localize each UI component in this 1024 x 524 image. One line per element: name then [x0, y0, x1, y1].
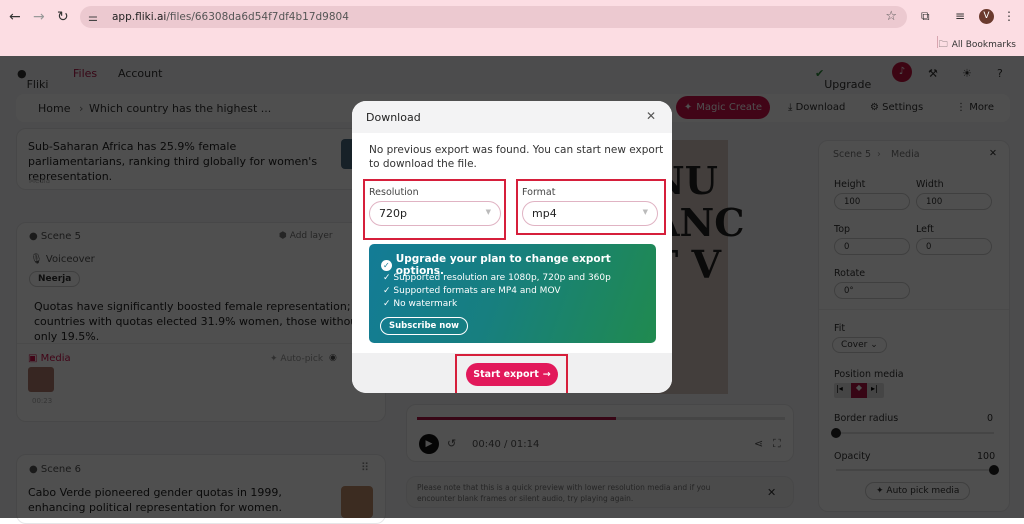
address-bar[interactable]: ⚌ app.fliki.ai/files/66308da6d54f7df4b17…	[80, 6, 907, 28]
format-value: mp4	[532, 207, 557, 220]
arrow-right-icon: →	[542, 369, 551, 380]
format-select[interactable]: mp4 ▼	[522, 201, 658, 226]
chevron-down-icon: ▼	[642, 208, 648, 216]
format-label: Format	[522, 187, 556, 198]
all-bookmarks-label: All Bookmarks	[951, 40, 1016, 50]
url-host: app.fliki.ai	[112, 11, 167, 23]
upgrade-feature-text: No watermark	[393, 299, 458, 309]
resolution-label: Resolution	[369, 187, 419, 198]
reload-icon[interactable]: ↻	[57, 9, 69, 25]
start-export-label: Start export	[473, 369, 539, 380]
back-icon[interactable]: ←	[9, 9, 21, 25]
forward-icon[interactable]: →	[33, 9, 45, 25]
profile-avatar[interactable]: V	[979, 9, 994, 24]
bookmark-star-icon[interactable]: ☆	[885, 9, 897, 24]
resolution-value: 720p	[379, 207, 407, 220]
upgrade-feature: ✓ Supported formats are MP4 and MOV	[383, 286, 561, 296]
upgrade-feature: ✓ Supported resolution are 1080p, 720p a…	[383, 273, 611, 283]
download-modal: Download ✕ No previous export was found.…	[352, 101, 672, 393]
menu-kebab-icon[interactable]: ⋮	[1003, 9, 1015, 23]
url-text: app.fliki.ai/files/66308da6d54f7df4b17d9…	[112, 11, 349, 23]
upgrade-banner: ✓ Upgrade your plan to change export opt…	[369, 244, 656, 343]
extensions-icon[interactable]: ⧉	[921, 9, 930, 24]
check-icon: ✓	[383, 286, 391, 296]
verified-badge-icon: ✓	[381, 259, 392, 271]
url-path: /files/66308da6d54f7df4b17d9804	[166, 11, 349, 23]
subscribe-now-button[interactable]: Subscribe now	[380, 317, 469, 335]
chevron-down-icon: ▼	[485, 208, 491, 216]
upgrade-feature-text: Supported resolution are 1080p, 720p and…	[393, 273, 611, 283]
upgrade-feature-text: Supported formats are MP4 and MOV	[393, 286, 561, 296]
site-settings-icon[interactable]: ⚌	[88, 11, 106, 24]
start-export-button[interactable]: Start export →	[466, 363, 558, 386]
browser-chrome: ← → ↻ ⚌ app.fliki.ai/files/66308da6d54f7…	[0, 0, 1024, 56]
modal-header: Download ✕	[352, 101, 672, 133]
modal-close-icon[interactable]: ✕	[646, 109, 656, 123]
check-icon: ✓	[383, 273, 391, 283]
resolution-select[interactable]: 720p ▼	[369, 201, 501, 226]
modal-message: No previous export was found. You can st…	[369, 144, 664, 170]
folder-icon: 🗀	[938, 40, 948, 50]
upgrade-feature: ✓ No watermark	[383, 299, 457, 309]
media-control-icon[interactable]: ≡	[955, 9, 965, 23]
modal-title: Download	[366, 111, 421, 124]
all-bookmarks[interactable]: 🗀 All Bookmarks	[939, 37, 1016, 53]
check-icon: ✓	[383, 299, 391, 309]
